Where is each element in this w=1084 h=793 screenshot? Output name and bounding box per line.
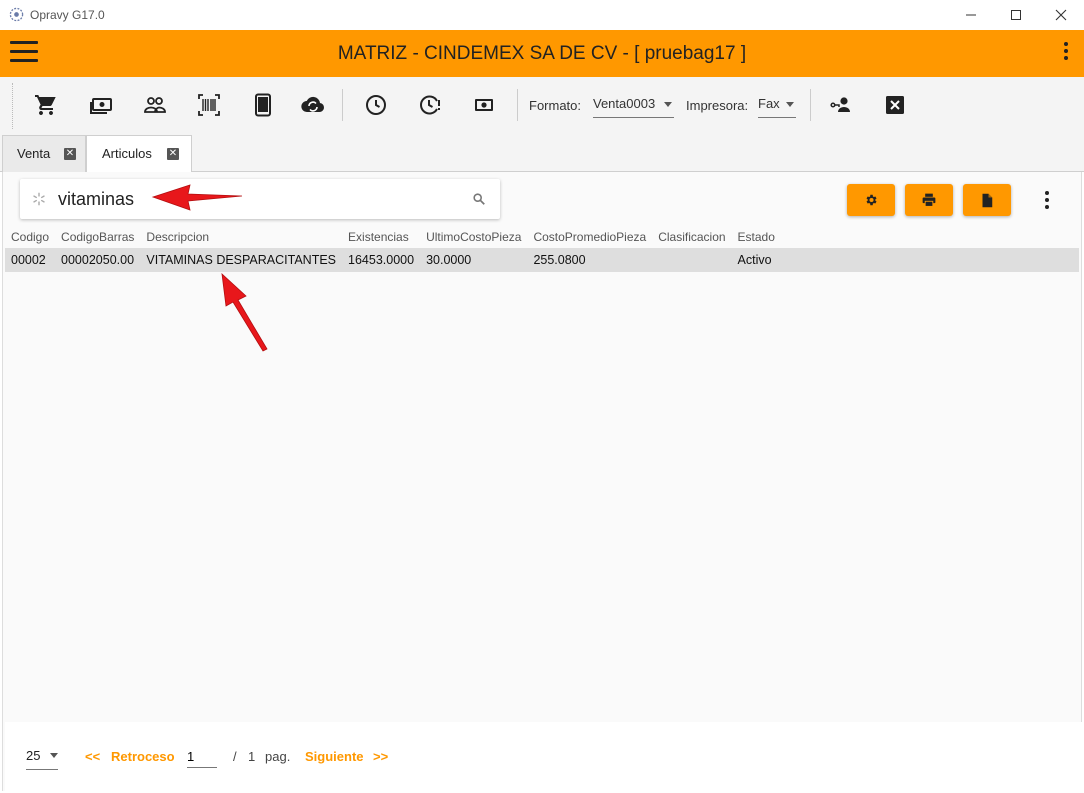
window-titlebar: Opravy G17.0 bbox=[0, 0, 1084, 30]
gear-icon bbox=[866, 194, 877, 206]
chevron-down-icon bbox=[664, 102, 672, 107]
maximize-button[interactable] bbox=[993, 0, 1039, 30]
column-header-descripcion[interactable]: Descripcion bbox=[140, 226, 342, 248]
tablet-icon[interactable] bbox=[251, 93, 275, 117]
people-icon[interactable] bbox=[143, 93, 167, 117]
column-header-codigobarras[interactable]: CodigoBarras bbox=[55, 226, 140, 248]
page-separator: / bbox=[233, 749, 237, 764]
tab-articulos[interactable]: Articulos ✕ bbox=[86, 135, 192, 173]
impresora-label: Impresora: bbox=[686, 98, 749, 113]
cell-estado: Activo bbox=[737, 253, 772, 267]
cart-icon[interactable] bbox=[34, 93, 58, 117]
chevron-down-icon bbox=[50, 753, 58, 758]
column-header-existencias[interactable]: Existencias bbox=[342, 226, 420, 248]
next-arrows[interactable]: >> bbox=[373, 749, 388, 764]
toolbar-separator bbox=[517, 89, 518, 121]
search-input[interactable] bbox=[58, 185, 458, 213]
tab-articulos-label: Articulos bbox=[102, 146, 152, 161]
articulos-panel: Codigo CodigoBarras Descripcion Existenc… bbox=[2, 172, 1084, 791]
impresora-select[interactable]: Fax bbox=[758, 96, 796, 118]
column-header-clasificacion[interactable]: Clasificacion bbox=[652, 226, 731, 248]
formato-select[interactable]: Venta0003 bbox=[593, 96, 674, 118]
toolbar-separator bbox=[342, 89, 343, 121]
clock-icon[interactable] bbox=[364, 93, 388, 117]
more-vert-icon[interactable] bbox=[1062, 42, 1070, 64]
cloud-sync-icon[interactable] bbox=[300, 93, 326, 117]
column-header-estado[interactable]: Estado bbox=[732, 226, 781, 248]
search-icon[interactable] bbox=[472, 192, 486, 206]
cell-codigobarras: 00002050.00 bbox=[61, 253, 135, 267]
cell-codigo: 00002 bbox=[11, 253, 46, 267]
cell-existencias: 16453.0000 bbox=[348, 253, 415, 267]
formato-label: Formato: bbox=[529, 98, 582, 113]
clock-alert-icon[interactable] bbox=[418, 93, 442, 117]
money-icon[interactable] bbox=[472, 93, 496, 117]
pag-label: pag. bbox=[265, 749, 291, 764]
column-header-codigo[interactable]: Codigo bbox=[5, 226, 55, 248]
app-logo-icon bbox=[9, 7, 24, 22]
maximize-icon bbox=[1011, 10, 1021, 20]
close-box-icon[interactable] bbox=[883, 93, 907, 117]
total-pages: 1 bbox=[248, 749, 256, 764]
tab-venta[interactable]: Venta ✕ bbox=[2, 135, 86, 172]
barcode-icon[interactable] bbox=[197, 93, 221, 117]
main-toolbar: Formato: Venta0003 Impresora: Fax bbox=[0, 77, 1084, 133]
search-box bbox=[20, 179, 500, 219]
next-page-link[interactable]: Siguiente bbox=[305, 749, 364, 764]
tab-venta-label: Venta bbox=[17, 146, 51, 161]
chevron-down-icon bbox=[786, 102, 794, 107]
cell-clasificacion bbox=[652, 248, 731, 272]
tab-strip: Venta ✕ Articulos ✕ bbox=[0, 133, 1084, 173]
toolbar-grip bbox=[12, 83, 13, 129]
prev-arrows[interactable]: << bbox=[85, 749, 100, 764]
annotation-arrow-icon bbox=[151, 184, 243, 211]
page-size-value: 25 bbox=[26, 748, 41, 763]
toolbar-separator bbox=[810, 89, 811, 121]
cell-ultimocosto: 30.0000 bbox=[426, 253, 472, 267]
column-header-ultimocosto[interactable]: UltimoCostoPieza bbox=[420, 226, 527, 248]
column-header-costopromedio[interactable]: CostoPromedioPieza bbox=[527, 226, 652, 248]
minimize-button[interactable] bbox=[948, 0, 994, 30]
print-button[interactable] bbox=[905, 184, 953, 216]
prev-page-link[interactable]: Retroceso bbox=[111, 749, 175, 764]
annotation-arrow-icon bbox=[221, 272, 268, 352]
user-key-icon[interactable] bbox=[829, 93, 853, 117]
settings-button[interactable] bbox=[847, 184, 895, 216]
impresora-value: Fax bbox=[758, 96, 780, 111]
printer-icon bbox=[922, 193, 936, 207]
articulos-table: Codigo CodigoBarras Descripcion Existenc… bbox=[5, 226, 781, 272]
close-tab-icon[interactable]: ✕ bbox=[167, 148, 179, 160]
document-icon bbox=[982, 193, 993, 207]
pagination-footer: 25 << Retroceso / 1 pag. Siguiente >> bbox=[5, 722, 1084, 791]
page-number-input[interactable] bbox=[187, 746, 217, 768]
table-row[interactable]: 00002 00002050.00 VITAMINAS DESPARACITAN… bbox=[5, 248, 781, 272]
more-vert-icon[interactable] bbox=[1043, 191, 1051, 213]
close-icon bbox=[1055, 9, 1067, 21]
formato-value: Venta0003 bbox=[593, 96, 656, 111]
table-header-row: Codigo CodigoBarras Descripcion Existenc… bbox=[5, 226, 781, 248]
app-title: MATRIZ - CINDEMEX SA DE CV - [ pruebag17… bbox=[337, 43, 747, 64]
cash-icon[interactable] bbox=[89, 93, 113, 117]
window-title: Opravy G17.0 bbox=[30, 8, 105, 22]
loading-spinner-icon bbox=[33, 192, 45, 206]
cell-descripcion: VITAMINAS DESPARACITANTES bbox=[146, 253, 337, 267]
minimize-icon bbox=[966, 14, 976, 16]
close-tab-icon[interactable]: ✕ bbox=[64, 148, 76, 160]
close-window-button[interactable] bbox=[1038, 0, 1084, 30]
cell-costopromedio: 255.0800 bbox=[533, 253, 586, 267]
document-button[interactable] bbox=[963, 184, 1011, 216]
page-size-select[interactable]: 25 bbox=[26, 748, 58, 770]
app-header: MATRIZ - CINDEMEX SA DE CV - [ pruebag17… bbox=[0, 30, 1084, 77]
